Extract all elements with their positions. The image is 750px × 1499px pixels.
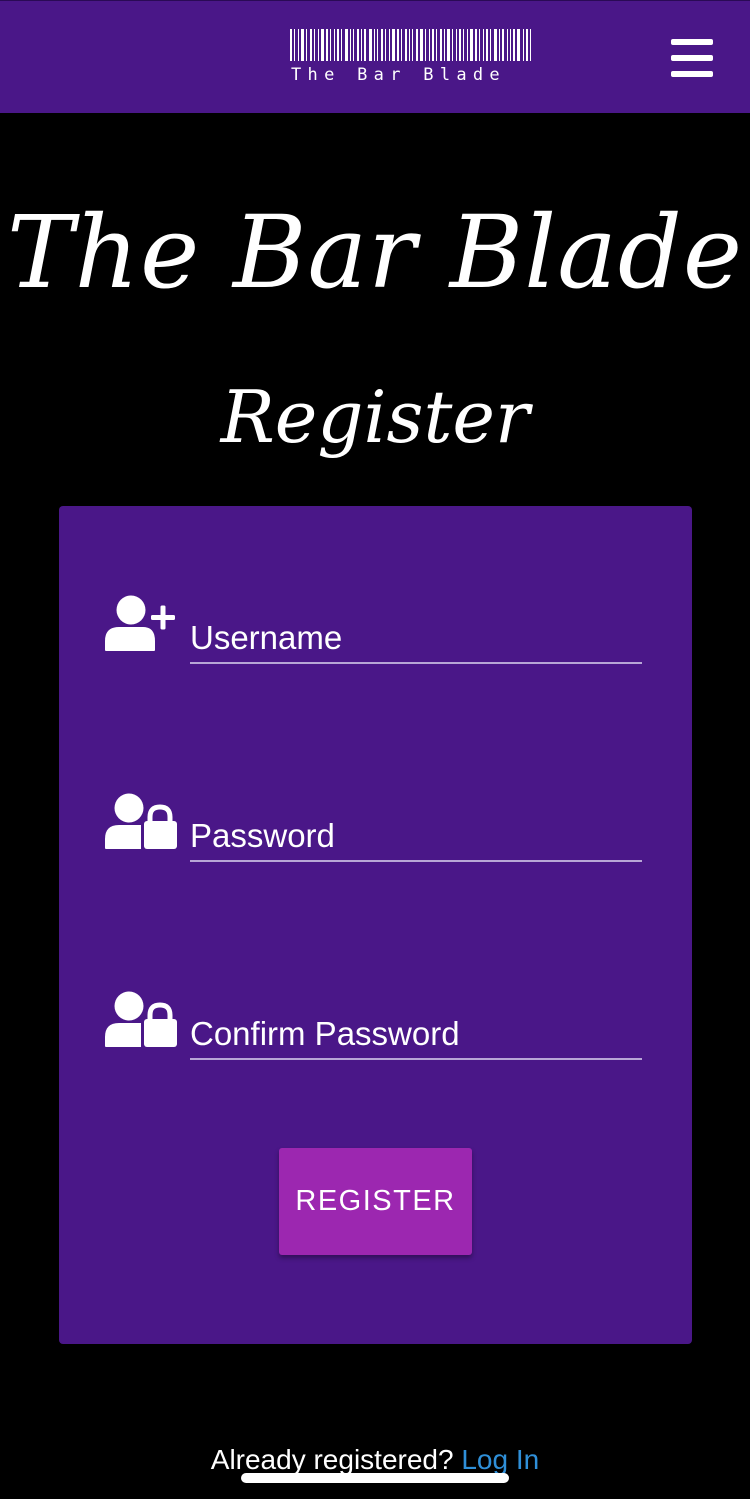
- user-plus-icon: [105, 595, 175, 651]
- home-indicator: [241, 1473, 509, 1483]
- confirm-password-field: [105, 990, 643, 1070]
- username-field: [105, 594, 643, 674]
- barcode-stripe: [502, 29, 504, 61]
- hamburger-menu-bar: [671, 71, 713, 77]
- barcode-stripe: [364, 29, 366, 61]
- barcode-stripe: [318, 29, 319, 61]
- barcode-stripe: [416, 29, 418, 61]
- barcode-stripe: [483, 29, 484, 61]
- barcode-stripe: [479, 29, 480, 61]
- barcode-stripe: [467, 29, 468, 61]
- barcode-stripe: [456, 29, 457, 61]
- password-field: [105, 792, 643, 872]
- register-button[interactable]: REGISTER: [279, 1148, 472, 1255]
- page-heading: Register: [220, 375, 530, 459]
- barcode-stripe: [513, 29, 515, 61]
- barcode-stripe: [369, 29, 372, 61]
- barcode-stripe: [405, 29, 407, 61]
- barcode-stripe: [517, 29, 520, 61]
- barcode-stripe: [301, 29, 304, 61]
- user-lock-icon: [105, 793, 177, 849]
- username-input[interactable]: [190, 594, 642, 664]
- barcode-stripe: [459, 29, 461, 61]
- barcode-stripe: [377, 29, 378, 61]
- barcode-stripe: [334, 29, 335, 61]
- barcode-stripe: [326, 29, 328, 61]
- barcode-stripe: [499, 29, 500, 61]
- barcode-stripe: [409, 29, 410, 61]
- barcode-stripe: [436, 29, 437, 61]
- register-form-card: REGISTER: [59, 506, 692, 1344]
- hamburger-menu-button[interactable]: [668, 37, 716, 79]
- login-prompt-text: Already registered?: [210, 1444, 454, 1475]
- barcode-stripe: [412, 29, 413, 61]
- hamburger-menu-bar: [671, 55, 713, 61]
- barcode-icon: [290, 29, 531, 61]
- confirm-password-input[interactable]: [190, 990, 642, 1060]
- barcode-stripe: [353, 29, 354, 61]
- barcode-stripe: [389, 29, 390, 61]
- barcode-stripe: [510, 29, 511, 61]
- barcode-stripe: [337, 29, 339, 61]
- barcode-stripe: [401, 29, 402, 61]
- barcode-stripe: [397, 29, 399, 61]
- barcode-stripe: [310, 29, 312, 61]
- barcode-stripe: [429, 29, 430, 61]
- top-navbar: The Bar Blade: [0, 0, 750, 113]
- barcode-stripe: [374, 29, 375, 61]
- barcode-stripe: [523, 29, 524, 61]
- barcode-stripe: [392, 29, 395, 61]
- barcode-stripe: [381, 29, 383, 61]
- barcode-stripe: [486, 29, 488, 61]
- barcode-stripe: [314, 29, 315, 61]
- barcode-stripe: [447, 29, 450, 61]
- barcode-stripe: [444, 29, 445, 61]
- barcode-stripe: [490, 29, 491, 61]
- barcode-stripe: [507, 29, 508, 61]
- barcode-stripe: [475, 29, 477, 61]
- user-lock-icon: [105, 991, 177, 1047]
- barcode-stripe: [345, 29, 348, 61]
- barcode-stripe: [341, 29, 342, 61]
- logo-text: The Bar Blade: [291, 65, 506, 85]
- site-logo[interactable]: The Bar Blade: [289, 29, 535, 87]
- barcode-stripe: [294, 29, 295, 61]
- barcode-stripe: [290, 29, 292, 61]
- barcode-stripe: [494, 29, 497, 61]
- barcode-stripe: [330, 29, 331, 61]
- register-page: The Bar Blade The Bar Blade Register Use…: [0, 0, 750, 1499]
- barcode-stripe: [298, 29, 299, 61]
- barcode-stripe: [385, 29, 386, 61]
- barcode-stripe: [350, 29, 351, 61]
- login-link[interactable]: Log In: [461, 1444, 539, 1475]
- site-title: The Bar Blade: [6, 194, 744, 311]
- barcode-stripe: [357, 29, 359, 61]
- barcode-stripe: [530, 29, 531, 61]
- barcode-stripe: [361, 29, 362, 61]
- barcode-stripe: [526, 29, 528, 61]
- barcode-stripe: [425, 29, 426, 61]
- barcode-stripe: [452, 29, 453, 61]
- barcode-stripe: [440, 29, 442, 61]
- barcode-stripe: [470, 29, 473, 61]
- barcode-stripe: [321, 29, 324, 61]
- hamburger-menu-icon: [671, 39, 713, 45]
- barcode-stripe: [420, 29, 423, 61]
- password-input[interactable]: [190, 792, 642, 862]
- barcode-stripe: [432, 29, 434, 61]
- barcode-stripe: [306, 29, 307, 61]
- barcode-stripe: [463, 29, 464, 61]
